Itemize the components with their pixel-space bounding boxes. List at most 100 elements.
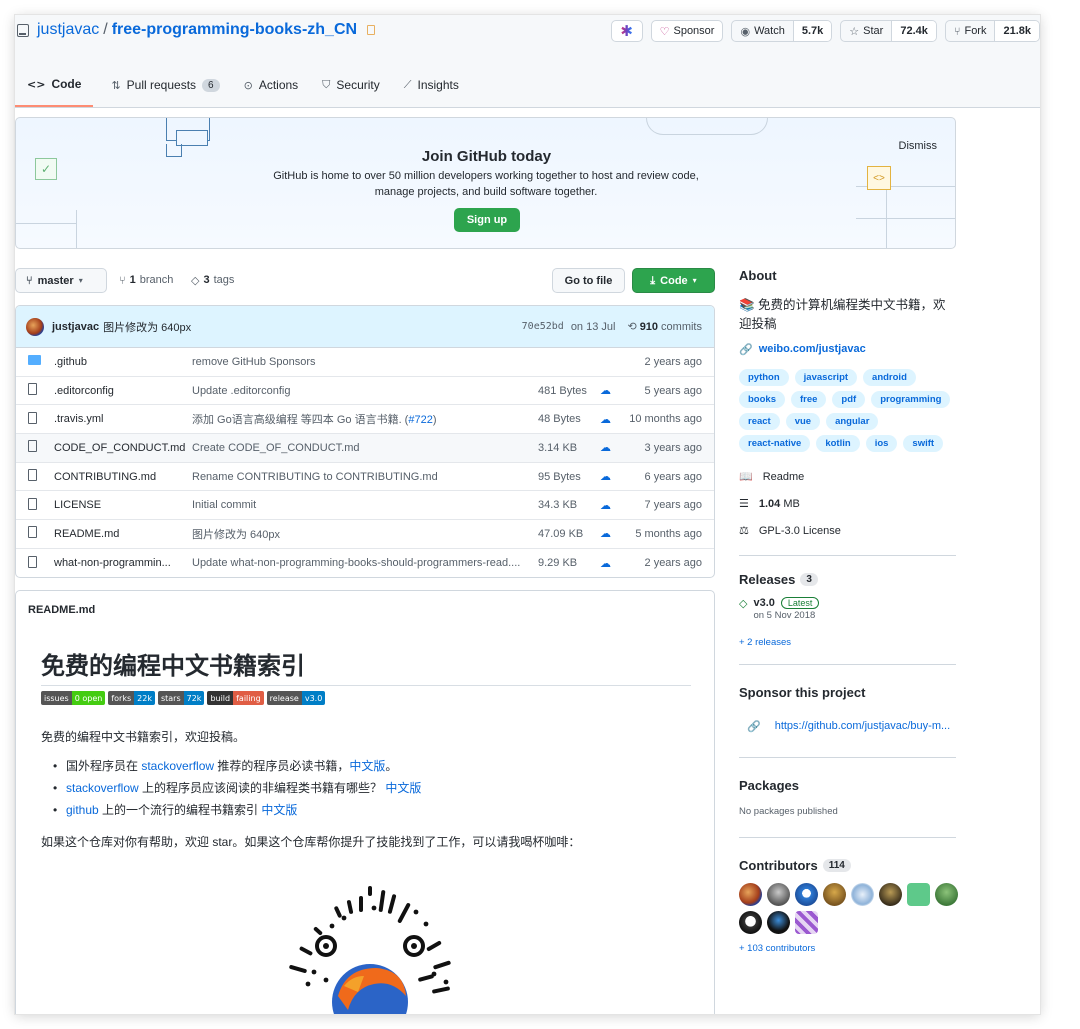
release-tag[interactable]: v3.0	[753, 597, 774, 609]
topic-tag[interactable]: javascript	[794, 369, 858, 386]
latest-release[interactable]: ◇ v3.0 Latest on 5 Nov 2018	[739, 597, 956, 621]
avatar[interactable]	[851, 883, 874, 906]
topic-tag[interactable]: react-native	[739, 435, 811, 452]
topic-tag[interactable]: kotlin	[816, 435, 860, 452]
topic-tag[interactable]: vue	[785, 413, 821, 430]
license-link[interactable]: ⚖ GPL-3.0 License	[739, 524, 956, 537]
file-row[interactable]: what-non-programmin... Update what-non-p…	[16, 549, 714, 577]
topic-tag[interactable]: books	[739, 391, 785, 408]
badge-build[interactable]: build failing	[207, 691, 264, 705]
topic-tag[interactable]: pdf	[832, 391, 866, 408]
avatar[interactable]	[907, 883, 930, 906]
avatar[interactable]	[739, 883, 762, 906]
file-commit-message[interactable]: remove GitHub Sponsors	[186, 356, 538, 368]
sign-up-button[interactable]: Sign up	[454, 208, 520, 232]
branch-select-button[interactable]: ⑂ master ▾	[15, 268, 107, 293]
readme-link[interactable]: 📖 Readme	[739, 470, 956, 483]
topic-tag[interactable]: react	[739, 413, 780, 430]
commit-sha[interactable]: 70e52bd	[522, 321, 564, 332]
download-cloud-icon[interactable]: ☁	[600, 384, 620, 397]
download-cloud-icon[interactable]: ☁	[600, 470, 620, 483]
topic-tag[interactable]: ios	[865, 435, 898, 452]
file-name-link[interactable]: CONTRIBUTING.md	[54, 471, 186, 483]
website-link[interactable]: 🔗 weibo.com/justjavac	[739, 343, 956, 356]
file-row[interactable]: CODE_OF_CONDUCT.md Create CODE_OF_CONDUC…	[16, 434, 714, 463]
sponsor-link[interactable]: 🔗 https://github.com/justjavac/buy-m...	[739, 720, 956, 733]
file-row[interactable]: README.md 图片修改为 640px 47.09 KB ☁ 5 month…	[16, 520, 714, 549]
fork-button[interactable]: ⑂ Fork 21.8k	[944, 20, 1040, 42]
pull-request-link[interactable]: #722	[408, 414, 432, 426]
file-name-link[interactable]: LICENSE	[54, 499, 186, 511]
item-link[interactable]: stackoverflow	[141, 759, 214, 773]
download-cloud-icon[interactable]: ☁	[600, 499, 620, 512]
topic-tag[interactable]: swift	[903, 435, 944, 452]
commit-author[interactable]: justjavac	[52, 321, 99, 333]
item-link[interactable]: 中文版	[261, 803, 297, 817]
topic-tag[interactable]: programming	[871, 391, 951, 408]
file-row[interactable]: .travis.yml 添加 Go语言高级编程 等四本 Go 语言书籍. (#7…	[16, 405, 714, 435]
avatar[interactable]	[767, 883, 790, 906]
avatar[interactable]	[795, 911, 818, 934]
star-count[interactable]: 72.4k	[891, 21, 936, 41]
file-commit-message[interactable]: Update .editorconfig	[186, 385, 538, 397]
badge-issues[interactable]: issues 0 open	[41, 691, 106, 705]
badge-stars[interactable]: stars 72k	[157, 691, 205, 705]
avatar[interactable]	[26, 317, 44, 336]
star-button[interactable]: ☆ Star 72.4k	[840, 20, 937, 42]
dismiss-button[interactable]: Dismiss	[899, 140, 938, 152]
file-commit-message[interactable]: 图片修改为 640px	[186, 526, 538, 542]
download-cloud-icon[interactable]: ☁	[600, 413, 620, 426]
topic-tag[interactable]: python	[739, 369, 789, 386]
avatar[interactable]	[879, 883, 902, 906]
avatar[interactable]	[739, 911, 762, 934]
tab-insights[interactable]: ⟋ Insights	[392, 63, 471, 107]
file-commit-message[interactable]: 添加 Go语言高级编程 等四本 Go 语言书籍. (#722)	[186, 411, 538, 427]
avatar[interactable]	[823, 883, 846, 906]
packages-heading[interactable]: Packages	[739, 778, 956, 793]
sponsor-button[interactable]: ♡ Sponsor	[650, 20, 724, 42]
tab-code[interactable]: <> Code	[15, 63, 94, 107]
file-row[interactable]: .editorconfig Update .editorconfig 481 B…	[16, 377, 714, 406]
more-contributors-link[interactable]: + 103 contributors	[739, 943, 956, 954]
tab-pull-requests[interactable]: ⇅ Pull requests 6	[99, 63, 231, 107]
tab-security[interactable]: ⛉ Security	[310, 63, 392, 107]
go-to-file-button[interactable]: Go to file	[552, 268, 625, 293]
fork-count[interactable]: 21.8k	[994, 21, 1039, 41]
file-commit-message[interactable]: Update what-non-programming-books-should…	[186, 557, 538, 569]
app-icon-button[interactable]: ✱	[610, 20, 643, 42]
file-commit-message[interactable]: Rename CONTRIBUTING to CONTRIBUTING.md	[186, 471, 538, 483]
repo-name-link[interactable]: free-programming-books-zh_CN	[112, 21, 357, 39]
avatar[interactable]	[935, 883, 958, 906]
file-commit-message[interactable]: Initial commit	[186, 499, 538, 511]
file-name-link[interactable]: .travis.yml	[54, 413, 186, 425]
file-name-link[interactable]: .editorconfig	[54, 385, 186, 397]
history-link[interactable]: ⟲ 910 commits	[627, 320, 702, 333]
file-name-link[interactable]: CODE_OF_CONDUCT.md	[54, 442, 186, 454]
watch-count[interactable]: 5.7k	[792, 21, 832, 41]
topic-tag[interactable]: android	[863, 369, 916, 386]
code-dropdown-button[interactable]: ⤓ Code ▾	[632, 268, 715, 293]
commit-message[interactable]: 图片修改为 640px	[103, 319, 191, 335]
file-name-link[interactable]: what-non-programmin...	[54, 557, 186, 569]
repo-owner-link[interactable]: justjavac	[37, 21, 99, 39]
branches-link[interactable]: ⑂ 1 branch	[119, 274, 173, 287]
file-name-link[interactable]: .github	[54, 356, 186, 368]
topic-tag[interactable]: free	[790, 391, 827, 408]
badge-release[interactable]: release v3.0	[266, 691, 326, 705]
tab-actions[interactable]: ⊙ Actions	[232, 63, 311, 107]
more-releases-link[interactable]: + 2 releases	[739, 637, 956, 648]
file-commit-message[interactable]: Create CODE_OF_CONDUCT.md	[186, 442, 538, 454]
item-link[interactable]: stackoverflow	[66, 781, 139, 795]
website-url[interactable]: weibo.com/justjavac	[759, 343, 866, 356]
item-link[interactable]: github	[66, 803, 99, 817]
file-row[interactable]: LICENSE Initial commit 34.3 KB ☁ 7 years…	[16, 491, 714, 521]
download-cloud-icon[interactable]: ☁	[600, 527, 620, 540]
badge-forks[interactable]: forks 22k	[108, 691, 155, 705]
contributors-header[interactable]: Contributors 114	[739, 858, 956, 873]
topic-tag[interactable]: angular	[826, 413, 879, 430]
download-cloud-icon[interactable]: ☁	[600, 441, 620, 454]
file-row[interactable]: CONTRIBUTING.md Rename CONTRIBUTING to C…	[16, 463, 714, 492]
tags-link[interactable]: ◇ 3 tags	[191, 274, 234, 287]
download-cloud-icon[interactable]: ☁	[600, 557, 620, 570]
item-link[interactable]: 中文版	[349, 759, 385, 773]
